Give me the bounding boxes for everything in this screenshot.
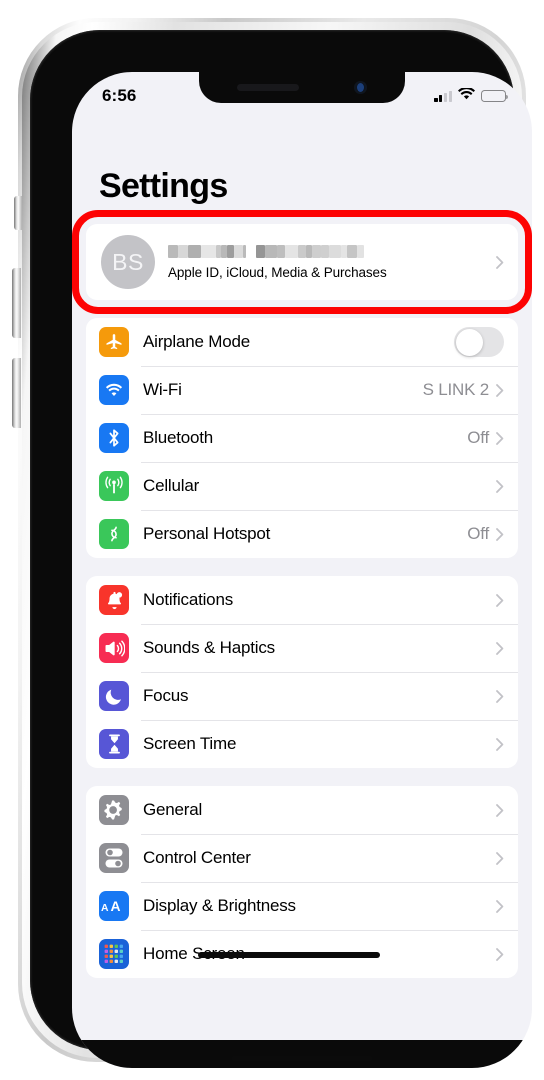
- page-title: Settings: [99, 167, 518, 206]
- wifi-icon: [458, 87, 475, 105]
- settings-row-accessory: [454, 327, 518, 357]
- settings-row-value: S LINK 2: [423, 380, 489, 400]
- settings-row-label: Display & Brightness: [143, 896, 296, 916]
- settings-row-label: Screen Time: [143, 734, 236, 754]
- chevron-right-icon: [496, 690, 504, 703]
- chevron-right-icon: [496, 432, 504, 445]
- settings-row-accessory: [496, 738, 518, 751]
- settings-row-label: Cellular: [143, 476, 199, 496]
- avatar: BS: [101, 235, 155, 289]
- settings-row-notifications[interactable]: Notifications: [86, 576, 518, 624]
- apple-id-row[interactable]: BS Apple ID, iCloud, Media & Purchases: [86, 224, 518, 300]
- chevron-right-icon: [496, 738, 504, 751]
- earpiece-speaker-icon: [237, 84, 299, 91]
- settings-row-accessory: [496, 948, 518, 961]
- settings-row-accessory: [496, 900, 518, 913]
- settings-row-accessory: Off: [467, 524, 518, 544]
- front-camera-icon: [354, 81, 367, 94]
- settings-row-control-center[interactable]: Control Center: [86, 834, 518, 882]
- settings-row-sounds-haptics[interactable]: Sounds & Haptics: [86, 624, 518, 672]
- settings-row-value: Off: [467, 524, 489, 544]
- account-accessory: [496, 256, 518, 269]
- settings-row-label: Personal Hotspot: [143, 524, 270, 544]
- settings-row-label: Focus: [143, 686, 188, 706]
- speaker-icon: [99, 633, 129, 663]
- volume-down-button[interactable]: [12, 358, 21, 428]
- home-screen-grid-icon: [99, 939, 129, 969]
- phone-bezel: 6:56 Settings BS Apple ID, iCloud, Media…: [30, 30, 514, 1050]
- chevron-right-icon: [496, 528, 504, 541]
- chevron-right-icon: [496, 480, 504, 493]
- bell-icon: [99, 585, 129, 615]
- settings-row-airplane-mode[interactable]: Airplane Mode: [86, 318, 518, 366]
- settings-row-accessory: [496, 594, 518, 607]
- moon-icon: [99, 681, 129, 711]
- device-frame: 6:56 Settings BS Apple ID, iCloud, Media…: [0, 0, 544, 1080]
- settings-group-alerts: Notifications Sounds & Haptics Focus Screen…: [86, 576, 518, 768]
- settings-groups: Airplane Mode Wi-Fi S LINK 2 Bluetooth Off Ce…: [86, 318, 518, 978]
- status-bar-time: 6:56: [102, 86, 136, 106]
- account-text: Apple ID, iCloud, Media & Purchases: [168, 245, 387, 280]
- chevron-right-icon: [496, 594, 504, 607]
- svg-text:A: A: [111, 898, 121, 914]
- chevron-right-icon: [496, 642, 504, 655]
- chevron-right-icon: [496, 852, 504, 865]
- settings-row-label: Airplane Mode: [143, 332, 250, 352]
- settings-row-bluetooth[interactable]: Bluetooth Off: [86, 414, 518, 462]
- control-toggles-icon: [99, 843, 129, 873]
- svg-text:A: A: [101, 903, 109, 914]
- hotspot-link-icon: [99, 519, 129, 549]
- settings-page: Settings BS Apple ID, iCloud, Media & Pu…: [72, 72, 532, 1068]
- settings-row-label: Wi-Fi: [143, 380, 182, 400]
- mute-switch[interactable]: [14, 196, 22, 230]
- display-aa-icon: AA: [99, 891, 129, 921]
- settings-row-focus[interactable]: Focus: [86, 672, 518, 720]
- settings-row-accessory: S LINK 2: [423, 380, 518, 400]
- settings-row-label: Notifications: [143, 590, 233, 610]
- account-name-redacted: [168, 245, 364, 258]
- account-subtitle: Apple ID, iCloud, Media & Purchases: [168, 265, 387, 280]
- bluetooth-icon: [99, 423, 129, 453]
- settings-row-wi-fi[interactable]: Wi-Fi S LINK 2: [86, 366, 518, 414]
- settings-row-personal-hotspot[interactable]: Personal Hotspot Off: [86, 510, 518, 558]
- cellular-antenna-icon: [99, 471, 129, 501]
- redaction-marker: [198, 952, 380, 958]
- settings-row-general[interactable]: General: [86, 786, 518, 834]
- settings-row-display-brightness[interactable]: A A Display & Brightness: [86, 882, 518, 930]
- battery-icon: [481, 90, 506, 102]
- chevron-right-icon: [496, 804, 504, 817]
- status-bar-indicators: [434, 87, 506, 105]
- settings-row-accessory: Off: [467, 428, 518, 448]
- settings-row-label: General: [143, 800, 202, 820]
- settings-row-accessory: [496, 642, 518, 655]
- wifi-icon: [99, 375, 129, 405]
- hourglass-icon: [99, 729, 129, 759]
- settings-row-label: Bluetooth: [143, 428, 213, 448]
- volume-up-button[interactable]: [12, 268, 21, 338]
- account-card[interactable]: BS Apple ID, iCloud, Media & Purchases: [86, 224, 518, 300]
- settings-row-accessory: [496, 804, 518, 817]
- home-indicator[interactable]: [231, 1056, 373, 1061]
- phone-screen: 6:56 Settings BS Apple ID, iCloud, Media…: [72, 72, 532, 1068]
- airplane-icon: [99, 327, 129, 357]
- settings-row-screen-time[interactable]: Screen Time: [86, 720, 518, 768]
- settings-row-label: Control Center: [143, 848, 251, 868]
- chevron-right-icon: [496, 900, 504, 913]
- settings-row-cellular[interactable]: Cellular: [86, 462, 518, 510]
- notch: [199, 72, 405, 103]
- settings-row-accessory: [496, 852, 518, 865]
- settings-group-system: General Control Center A A Display & Brightn…: [86, 786, 518, 978]
- settings-row-accessory: [496, 480, 518, 493]
- chevron-right-icon: [496, 384, 504, 397]
- chevron-right-icon: [496, 256, 504, 269]
- toggle-switch[interactable]: [454, 327, 504, 357]
- settings-row-accessory: [496, 690, 518, 703]
- screen-bottom-band: [72, 1040, 532, 1068]
- settings-row-value: Off: [467, 428, 489, 448]
- gear-icon: [99, 795, 129, 825]
- cellular-signal-icon: [434, 91, 452, 102]
- chevron-right-icon: [496, 948, 504, 961]
- settings-group-connectivity: Airplane Mode Wi-Fi S LINK 2 Bluetooth Off Ce…: [86, 318, 518, 558]
- settings-row-label: Sounds & Haptics: [143, 638, 275, 658]
